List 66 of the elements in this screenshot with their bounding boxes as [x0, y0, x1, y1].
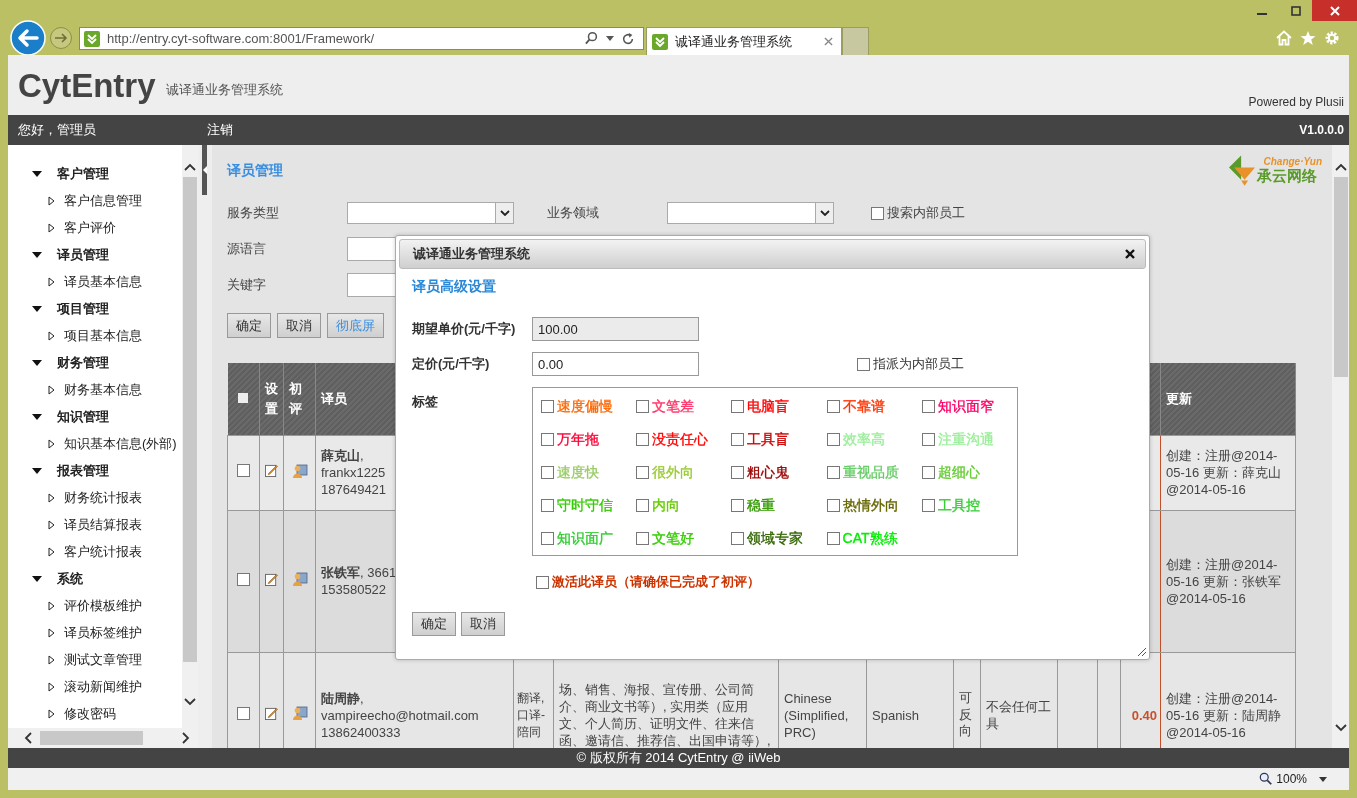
field-label: 期望单价(元/千字) [412, 320, 517, 338]
translator-text: 13862400333 [321, 723, 402, 741]
field-label: 标签 [412, 393, 439, 411]
app-logo: CytEntry [18, 66, 156, 106]
tag-label: 内向 [652, 496, 681, 515]
tag-label: 很外向 [652, 463, 695, 482]
translator-text: 187649421 [321, 481, 388, 498]
filter-label: 源语言 [227, 240, 267, 258]
powered-by-text: Powered by Plusii [1248, 95, 1344, 109]
dialog-heading: 译员高级设置 [412, 278, 497, 296]
translator-text: 薛克山, [321, 447, 365, 464]
translator-text: vampireecho@hotmail.com [321, 706, 480, 724]
tag-label: 领域专家 [747, 529, 804, 548]
checkbox-label: 指派为内部员工 [873, 355, 964, 373]
price-text: 0.40 [1130, 706, 1157, 724]
column-header: 更新 [1160, 363, 1296, 435]
dialog-title: 诚译通业务管理系统 [413, 245, 530, 263]
tag-label: 电脑盲 [747, 397, 790, 416]
brand-name: 承云网络 [1257, 167, 1318, 186]
tag-label: 速度偏慢 [557, 397, 613, 416]
translator-text: 陆周静, [321, 689, 365, 707]
tag-label: 速度快 [557, 463, 599, 482]
tag-label: 热情外向 [842, 496, 899, 515]
checkbox-label: 搜索内部员工 [887, 204, 965, 222]
tag-label: 知识面窄 [937, 397, 994, 416]
update-text: 创建：注册@2014-05-16 更新：陆周静@2014-05-16 [1166, 689, 1282, 741]
filter-label: 关键字 [227, 276, 267, 294]
page-title: 译员管理 [227, 162, 283, 180]
tag-label: 文笔差 [652, 397, 695, 416]
update-text: 创建：注册@2014-05-16 更新：薛克山@2014-05-16 [1166, 447, 1282, 498]
brand-tagline: Change·Yun [1262, 156, 1322, 167]
translator-text: 153580522 [321, 581, 388, 598]
activate-label: 激活此译员（请确保已完成了初评） [552, 573, 760, 591]
address-text: http://entry.cyt-software.com:8001/Framework/ [107, 31, 376, 46]
translator-text: frankx1225 [321, 464, 387, 481]
tag-label: 效率高 [842, 430, 885, 449]
filter-label: 服务类型 [227, 204, 280, 222]
tag-label: 工具控 [937, 496, 980, 515]
column-header: 设置 [259, 363, 284, 435]
tag-label: 粗心鬼 [747, 463, 790, 482]
tag-label: 没责任心 [652, 430, 709, 449]
update-text: 创建：注册@2014-05-16 更新：张铁军@2014-05-16 [1166, 555, 1282, 607]
filter-label: 业务领域 [547, 204, 600, 222]
tag-label: 稳重 [747, 496, 776, 515]
greeting-text: 您好，管理员 [18, 121, 97, 139]
tag-label: 注重沟通 [937, 430, 994, 449]
tag-label: 不靠谱 [842, 397, 885, 416]
tag-label: 守时守信 [557, 496, 613, 515]
app-subtitle: 诚译通业务管理系统 [165, 81, 283, 99]
translator-text: 张铁军, 3661 [321, 564, 398, 581]
target-language: Spanish [872, 706, 920, 724]
column-header: 初评 [283, 363, 316, 435]
tag-label: 知识面广 [557, 529, 613, 548]
version-text: V1.0.0.0 [1299, 123, 1344, 137]
tag-label: 文笔好 [652, 529, 695, 548]
tag-label: 万年拖 [557, 430, 599, 449]
tag-label: 工具盲 [747, 430, 790, 449]
tag-label: 重视品质 [842, 463, 899, 482]
service-text: 翻译,口译-陪同 [517, 689, 546, 741]
copyright-text: © 版权所有 2014 CytEntry @ iiWeb [576, 749, 781, 767]
tag-label: CAT熟练 [842, 529, 898, 548]
domain-text: 场、销售、海报、宣传册、公司简介、商业文书等）, 实用类（应用文、个人简历、证明文件、往来信函、邀请信、推荐信、出国申请等）, [559, 681, 772, 748]
tag-label: 超细心 [937, 463, 980, 482]
direction-text: 可反向 [959, 689, 972, 741]
source-language: Chinese (Simplified, PRC) [784, 689, 850, 741]
tools-text: 不会任何工具 [986, 698, 1052, 732]
